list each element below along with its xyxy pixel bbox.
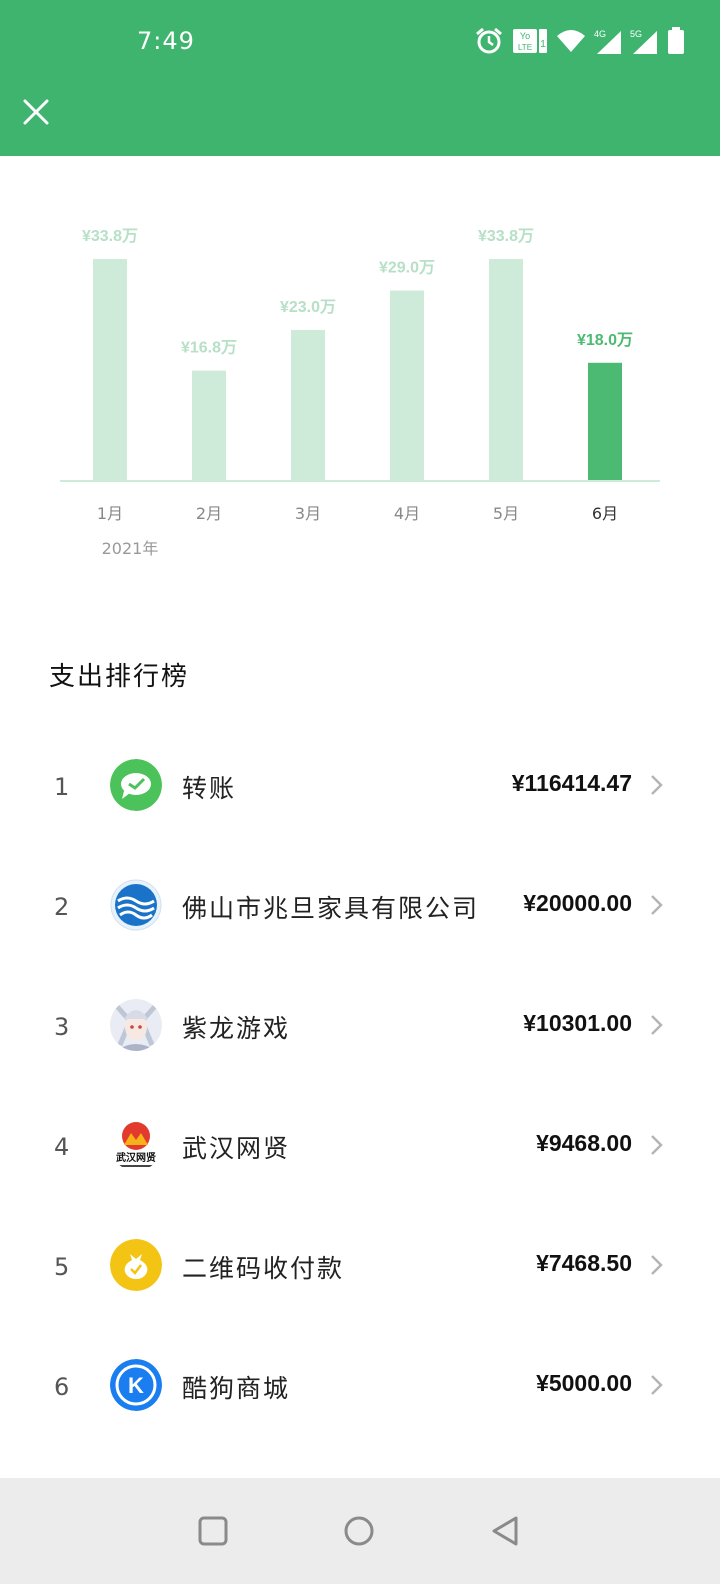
rank-number: 1: [54, 773, 70, 801]
chart-value-label: ¥29.0万: [379, 260, 435, 277]
wifi-icon: [557, 30, 585, 52]
rank-number: 2: [54, 893, 70, 921]
game-avatar-icon: [110, 999, 162, 1051]
recents-icon[interactable]: [196, 1514, 230, 1548]
rank-number: 5: [54, 1253, 70, 1281]
ranking-row[interactable]: 5 二维码收付款 ¥7468.50: [0, 1213, 720, 1333]
volte-icon: Yo LTE 1: [513, 29, 547, 53]
svg-text:1: 1: [540, 39, 546, 50]
ranking-row[interactable]: 4 武汉网贤 武汉网贤 ¥9468.00: [0, 1093, 720, 1213]
chart-category-label: 2月: [196, 504, 222, 523]
chart-bar[interactable]: [588, 362, 622, 481]
signal-5g-icon: 5G: [630, 29, 657, 54]
alarm-icon: [476, 27, 502, 54]
amount: ¥116414.47: [511, 770, 632, 796]
rank-number: 4: [54, 1133, 70, 1161]
chart-value-label: ¥18.0万: [577, 332, 633, 349]
amount: ¥5000.00: [536, 1370, 632, 1396]
rank-number: 3: [54, 1013, 70, 1041]
merchant-name: 二维码收付款: [182, 1254, 345, 1283]
top-header: 7:49 Yo LTE 1 4G 5G: [0, 0, 720, 156]
status-icons: Yo LTE 1 4G 5G: [474, 26, 686, 56]
merchant-name: 佛山市兆旦家具有限公司: [182, 894, 480, 923]
back-icon[interactable]: [488, 1514, 522, 1548]
amount: ¥20000.00: [523, 890, 632, 916]
chevron-right-icon: [651, 1255, 663, 1275]
ranking-row[interactable]: 1 转账 ¥116414.47: [0, 733, 720, 853]
rank-number: 6: [54, 1373, 70, 1401]
chart-category-label: 4月: [394, 504, 420, 523]
svg-text:K: K: [128, 1373, 144, 1398]
chart-category-label: 3月: [295, 504, 321, 523]
transfer-icon: [110, 759, 162, 811]
chevron-right-icon: [651, 775, 663, 795]
merchant-name: 武汉网贤: [182, 1134, 291, 1163]
amount: ¥9468.00: [536, 1130, 632, 1156]
chart-bar[interactable]: [390, 290, 424, 481]
chart-bar[interactable]: [489, 259, 523, 481]
merchant-name: 紫龙游戏: [182, 1014, 291, 1043]
qr-payment-icon: [110, 1239, 162, 1291]
signal-4g-icon: 4G: [594, 29, 621, 54]
svg-text:Yo: Yo: [520, 31, 530, 41]
chart-value-label: ¥23.0万: [280, 299, 336, 316]
svg-text:LTE: LTE: [518, 43, 532, 52]
chart-bar[interactable]: [192, 370, 226, 481]
system-nav-bar: [0, 1478, 720, 1584]
ranking-row[interactable]: 3 紫龙游戏 ¥10301.00: [0, 973, 720, 1093]
home-icon[interactable]: [342, 1514, 376, 1548]
chart-bar[interactable]: [291, 329, 325, 481]
ranking-list: 1 转账 ¥116414.47 2 佛山市兆旦家具有限公司 ¥20000.00 3 紫龙游戏 ¥…: [0, 733, 720, 1453]
status-bar: 7:49 Yo LTE 1 4G 5G: [0, 0, 720, 82]
chart-category-label: 6月: [592, 504, 618, 523]
chart-category-label: 5月: [493, 504, 519, 523]
chevron-right-icon: [651, 1135, 663, 1155]
ranking-row[interactable]: 6 K 酷狗商城 ¥5000.00: [0, 1333, 720, 1453]
wuhan-wangxian-logo-icon: 武汉网贤: [110, 1119, 162, 1171]
chart-year-label: 2021年: [102, 539, 159, 558]
chart-value-label: ¥16.8万: [181, 340, 237, 357]
close-icon[interactable]: [18, 94, 54, 130]
chevron-right-icon: [651, 1375, 663, 1395]
svg-text:武汉网贤: 武汉网贤: [116, 1151, 157, 1164]
chart-value-label: ¥33.8万: [82, 228, 138, 245]
svg-text:4G: 4G: [594, 29, 606, 39]
chevron-right-icon: [651, 1015, 663, 1035]
status-time: 7:49: [137, 27, 195, 55]
company-logo-icon: [110, 879, 162, 931]
chart-category-label: 1月: [97, 504, 123, 523]
amount: ¥10301.00: [523, 1010, 632, 1036]
monthly-spending-chart: ¥33.8万 1月 ¥16.8万 2月 ¥23.0万 3月 ¥29.0万 4月 ¥33.8万 5月…: [60, 228, 660, 558]
chart-value-label: ¥33.8万: [478, 228, 534, 245]
battery-icon: [668, 27, 684, 54]
ranking-row[interactable]: 2 佛山市兆旦家具有限公司 ¥20000.00: [0, 853, 720, 973]
section-title: 支出排行榜: [49, 662, 190, 692]
merchant-name: 酷狗商城: [182, 1374, 291, 1403]
svg-text:5G: 5G: [630, 29, 642, 39]
amount: ¥7468.50: [536, 1250, 632, 1276]
kugou-icon: K: [110, 1359, 162, 1411]
chevron-right-icon: [651, 895, 663, 915]
merchant-name: 转账: [182, 774, 237, 803]
chart-bar[interactable]: [93, 259, 127, 481]
